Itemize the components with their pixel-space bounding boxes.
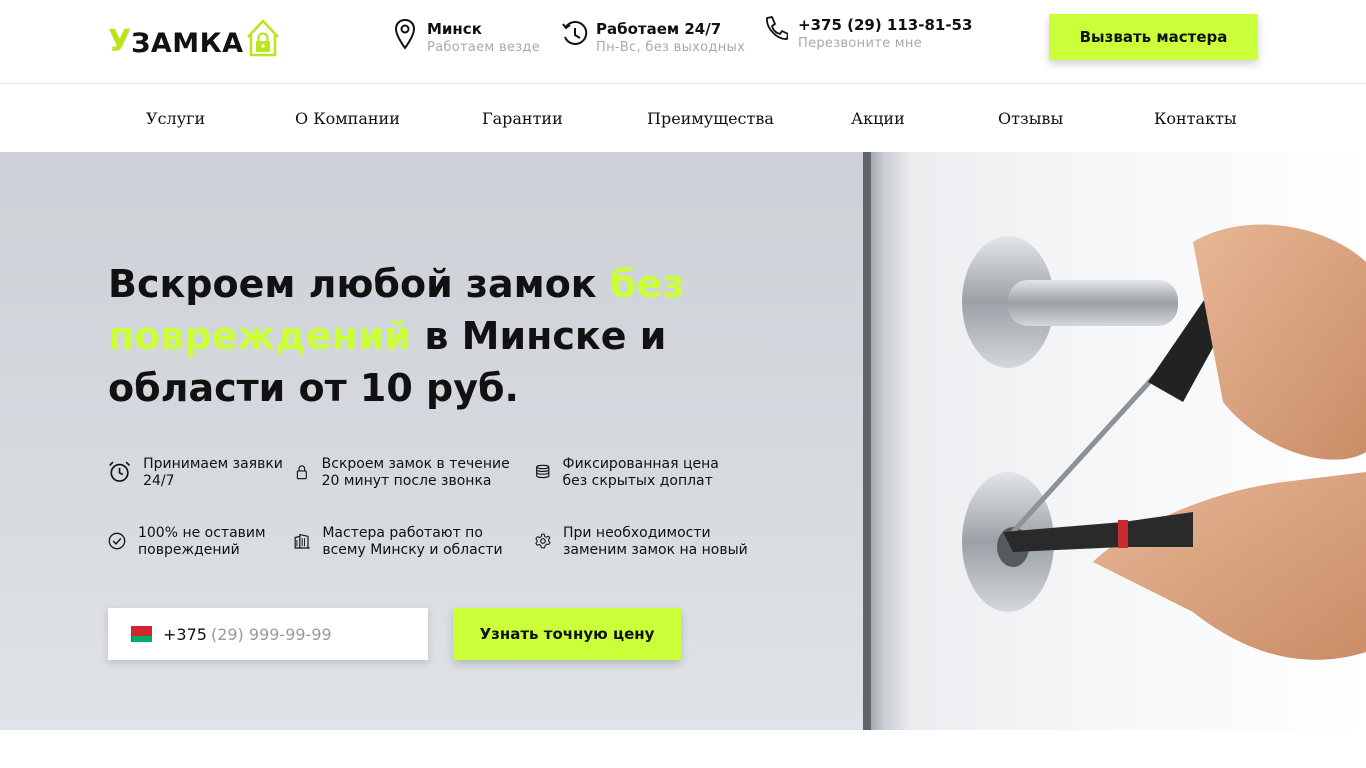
clock-history-icon [562, 20, 588, 45]
main-nav: Услуги О Компании Гарантии Преимущества … [0, 85, 1366, 152]
feature-item: Фиксированная цена без скрытых доплат [535, 456, 735, 490]
hours-info: Работаем 24/7 Пн-Вс, без выходных [562, 18, 745, 55]
nav-item-promotions[interactable]: Акции [851, 109, 905, 128]
hours-subtitle: Пн-Вс, без выходных [596, 40, 746, 55]
hero-photo-lock-repair [863, 152, 1366, 730]
nav-item-services[interactable]: Услуги [146, 109, 205, 128]
feature-text: Принимаем заявки 24/7 [143, 456, 283, 489]
city-building-icon [294, 533, 310, 549]
phone-info[interactable]: +375 (29) 113-81-53 Перезвоните мне [762, 14, 972, 51]
feature-text: Мастера работают по всему Минску и облас… [322, 525, 503, 558]
location-title: Минск [427, 20, 482, 38]
logo[interactable]: У ЗАМКА [108, 17, 281, 57]
get-price-button[interactable]: Узнать точную цену [453, 608, 681, 660]
nav-item-reviews[interactable]: Отзывы [998, 109, 1063, 128]
alarm-clock-icon [109, 461, 131, 482]
location-info: Минск Работаем везде [393, 18, 540, 55]
location-subtitle: Работаем везде [427, 40, 541, 55]
logo-text: ЗАМКА [131, 28, 244, 59]
callback-link[interactable]: Перезвоните мне [798, 36, 972, 51]
feature-item: При необходимости заменим замок на новый [535, 525, 755, 559]
padlock-icon [296, 465, 307, 480]
hero-section: Вскроем любой замок без повреждений в Ми… [0, 152, 1366, 730]
hero-title: Вскроем любой замок без повреждений в Ми… [108, 258, 748, 414]
nav-item-guarantees[interactable]: Гарантии [482, 109, 563, 128]
feature-item: 100% не оставим повреждений [108, 525, 288, 559]
gear-icon [535, 533, 551, 549]
site-header: У ЗАМКА Минск Работаем везде Работаем 24… [0, 0, 1366, 84]
phone-form: +375 [108, 608, 428, 660]
hours-title: Работаем 24/7 [596, 20, 722, 38]
feature-item: Мастера работают по всему Минску и облас… [294, 525, 524, 559]
feature-text: При необходимости заменим замок на новый [562, 525, 748, 558]
phone-number[interactable]: +375 (29) 113-81-53 [798, 14, 972, 36]
feature-text: Вскроем замок в течение 20 минут после з… [321, 456, 510, 489]
call-master-button[interactable]: Вызвать мастера [1049, 14, 1258, 60]
nav-item-contacts[interactable]: Контакты [1154, 109, 1237, 128]
coins-stack-icon [536, 464, 550, 479]
logo-letter: У [108, 24, 132, 59]
feature-item: Принимаем заявки 24/7 [108, 456, 288, 490]
door-handle-illustration [863, 152, 1366, 730]
feature-item: Вскроем замок в течение 20 минут после з… [294, 456, 524, 490]
country-code: +375 [163, 624, 207, 644]
map-pin-icon [394, 18, 416, 50]
nav-item-about[interactable]: О Компании [295, 109, 400, 128]
phone-input[interactable] [210, 624, 411, 644]
belarus-flag-icon[interactable] [128, 626, 152, 642]
house-lock-icon [246, 19, 279, 57]
phone-icon [766, 16, 788, 40]
hero-title-part1: Вскроем любой замок [108, 262, 610, 306]
check-circle-icon [108, 532, 126, 550]
feature-text: 100% не оставим повреждений [137, 525, 266, 558]
nav-item-advantages[interactable]: Преимущества [647, 109, 774, 128]
feature-text: Фиксированная цена без скрытых доплат [562, 456, 719, 489]
